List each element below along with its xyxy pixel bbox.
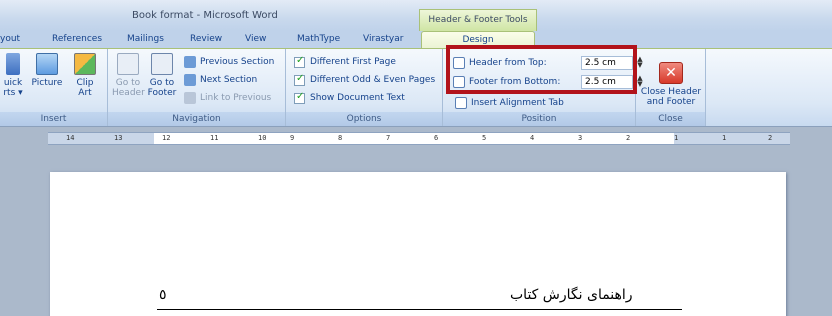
clip-art-label: Clip Art bbox=[76, 78, 94, 98]
ruler-number: 8 bbox=[338, 134, 343, 142]
alignment-tab-icon bbox=[455, 97, 467, 109]
next-section-icon bbox=[184, 74, 196, 86]
group-navigation-label: Navigation bbox=[108, 112, 285, 126]
tab-references[interactable]: References bbox=[52, 34, 102, 44]
different-first-page-label: Different First Page bbox=[310, 57, 396, 67]
link-to-previous-label: Link to Previous bbox=[200, 93, 272, 103]
tab-mailings[interactable]: Mailings bbox=[127, 34, 164, 44]
insert-alignment-tab-button[interactable]: Insert Alignment Tab bbox=[455, 95, 564, 111]
link-to-previous-button[interactable]: Link to Previous bbox=[184, 90, 271, 106]
title-bar: Book format - Microsoft Word Header & Fo… bbox=[0, 0, 832, 31]
ruler-number: 2 bbox=[768, 134, 773, 142]
picture-icon bbox=[36, 53, 58, 75]
ruler-number: 9 bbox=[290, 134, 295, 142]
different-odd-even-checkbox[interactable]: Different Odd & Even Pages bbox=[294, 72, 435, 88]
group-options-label: Options bbox=[286, 112, 442, 126]
ruler-number: 13 bbox=[114, 134, 123, 142]
clip-art-icon bbox=[74, 53, 96, 75]
position-fields-highlight bbox=[446, 45, 637, 94]
header-running-title: راهنمای نگارش کتاب bbox=[510, 287, 633, 303]
close-header-footer-label: Close Header and Footer bbox=[640, 87, 702, 107]
link-to-previous-icon bbox=[184, 92, 196, 104]
go-to-header-button[interactable]: Go to Header bbox=[112, 53, 145, 98]
group-close: ✕ Close Header and Footer Close bbox=[636, 49, 706, 126]
ribbon-tabs: yout References Mailings Review View Mat… bbox=[0, 31, 832, 49]
quick-parts-icon bbox=[6, 53, 20, 75]
next-section-label: Next Section bbox=[200, 75, 258, 85]
tab-layout[interactable]: yout bbox=[0, 34, 20, 44]
ruler-number: 6 bbox=[434, 134, 439, 142]
next-section-button[interactable]: Next Section bbox=[184, 72, 257, 88]
ruler-number: 4 bbox=[530, 134, 535, 142]
different-odd-even-label: Different Odd & Even Pages bbox=[310, 75, 436, 85]
go-to-footer-icon bbox=[151, 53, 173, 75]
show-document-text-label: Show Document Text bbox=[310, 93, 405, 103]
quick-parts-button[interactable]: uick rts ▾ bbox=[0, 53, 26, 98]
close-icon: ✕ bbox=[659, 62, 683, 84]
window-title: Book format - Microsoft Word bbox=[132, 10, 278, 21]
go-to-footer-label: Go to Footer bbox=[147, 78, 177, 98]
group-options: Different First Page Different Odd & Eve… bbox=[286, 49, 443, 126]
checkbox-checked-icon bbox=[294, 73, 305, 86]
ruler-number: 1 bbox=[722, 134, 727, 142]
tab-mathtype[interactable]: MathType bbox=[297, 34, 340, 44]
picture-button[interactable]: Picture bbox=[30, 53, 64, 88]
ruler-number: 5 bbox=[482, 134, 487, 142]
ruler-number: 12 bbox=[162, 134, 171, 142]
ruler-number: 7 bbox=[386, 134, 391, 142]
previous-section-button[interactable]: Previous Section bbox=[184, 54, 274, 70]
group-insert: uick rts ▾ Picture Clip Art Insert bbox=[0, 49, 108, 126]
tab-view[interactable]: View bbox=[245, 34, 266, 44]
clip-art-button[interactable]: Clip Art bbox=[70, 53, 100, 98]
ruler-left-margin bbox=[48, 133, 154, 144]
header-rule bbox=[157, 309, 682, 310]
group-position-label: Position bbox=[443, 112, 635, 126]
quick-parts-label: uick rts ▾ bbox=[3, 78, 23, 98]
show-document-text-checkbox[interactable]: Show Document Text bbox=[294, 90, 405, 106]
ruler-strip[interactable]: 14 13 12 11 10 9 8 7 6 5 4 3 2 1 1 2 bbox=[48, 132, 790, 145]
go-to-footer-button[interactable]: Go to Footer bbox=[146, 53, 178, 98]
close-header-footer-button[interactable]: ✕ Close Header and Footer bbox=[638, 62, 704, 107]
ruler-number: 10 bbox=[258, 134, 267, 142]
header-page-number: ٥ bbox=[159, 287, 167, 303]
ruler-right-margin bbox=[674, 133, 790, 144]
insert-alignment-tab-label: Insert Alignment Tab bbox=[471, 98, 564, 108]
picture-label: Picture bbox=[31, 78, 63, 88]
group-close-label: Close bbox=[636, 112, 705, 126]
previous-section-label: Previous Section bbox=[200, 57, 275, 67]
previous-section-icon bbox=[184, 56, 196, 68]
ruler-number: 1 bbox=[674, 134, 679, 142]
ribbon: uick rts ▾ Picture Clip Art Insert Go to… bbox=[0, 48, 832, 127]
go-to-header-icon bbox=[117, 53, 139, 75]
contextual-tools-title: Header & Footer Tools bbox=[419, 9, 537, 31]
tab-review[interactable]: Review bbox=[190, 34, 222, 44]
ruler-number: 14 bbox=[66, 134, 75, 142]
different-first-page-checkbox[interactable]: Different First Page bbox=[294, 54, 396, 70]
ruler-number: 2 bbox=[626, 134, 631, 142]
go-to-header-label: Go to Header bbox=[112, 78, 145, 98]
group-navigation: Go to Header Go to Footer Previous Secti… bbox=[108, 49, 286, 126]
document-page[interactable]: ٥ راهنمای نگارش کتاب bbox=[50, 172, 786, 316]
ruler-number: 11 bbox=[210, 134, 219, 142]
ruler-number: 3 bbox=[578, 134, 583, 142]
checkbox-checked-icon bbox=[294, 91, 305, 104]
checkbox-checked-icon bbox=[294, 55, 305, 68]
group-insert-label: Insert bbox=[0, 112, 107, 126]
tab-virastyar[interactable]: Virastyar bbox=[363, 34, 403, 44]
horizontal-ruler: 14 13 12 11 10 9 8 7 6 5 4 3 2 1 1 2 bbox=[0, 127, 832, 157]
